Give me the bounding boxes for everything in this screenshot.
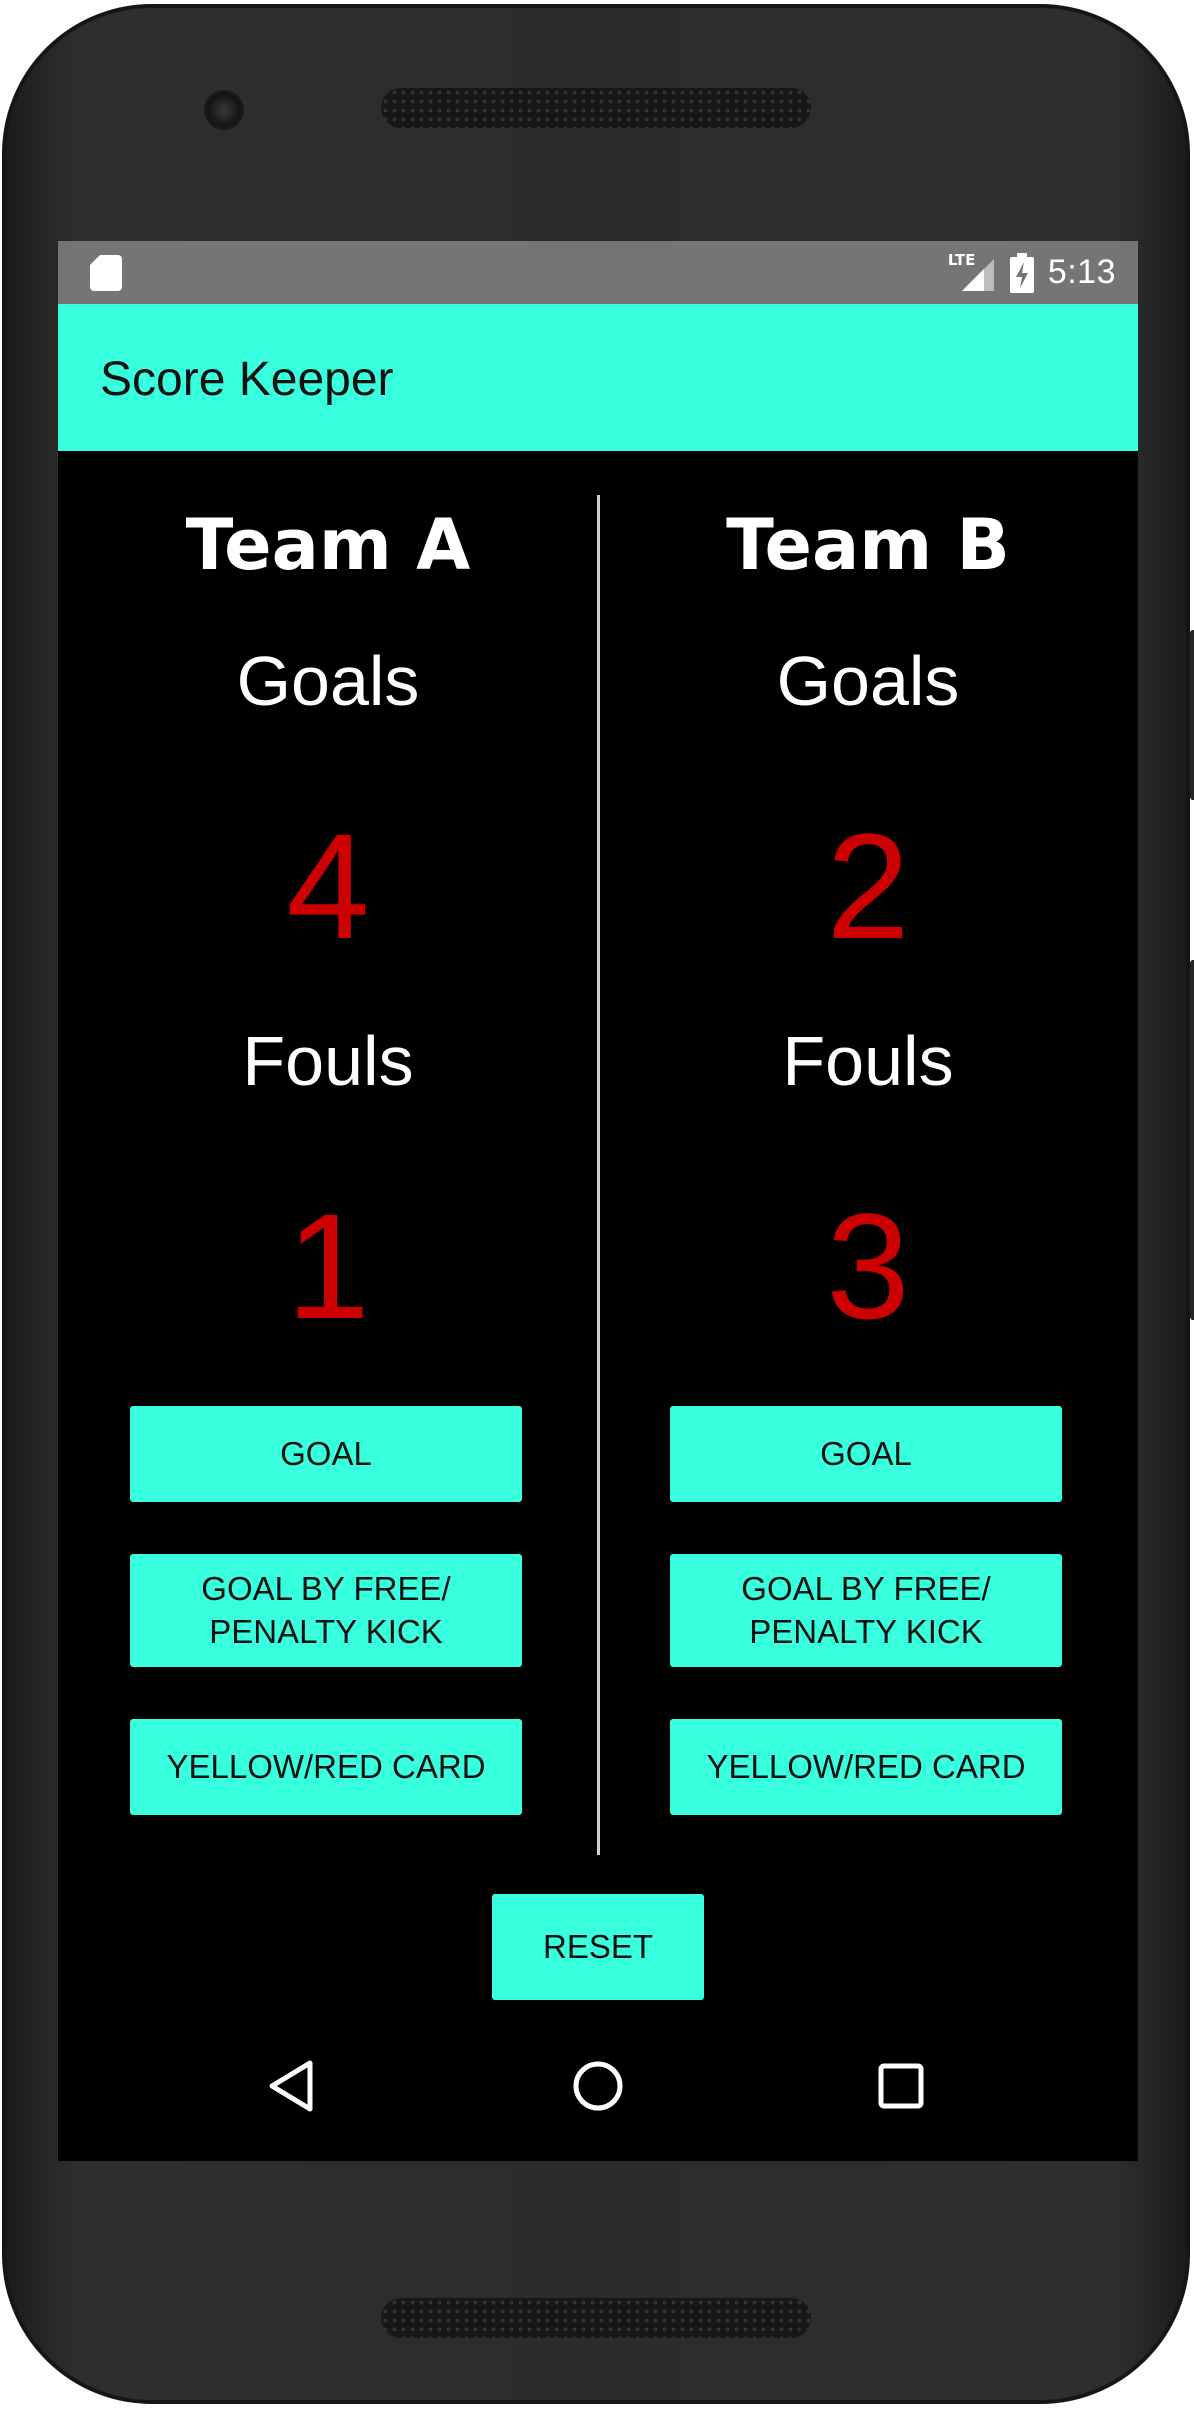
top-speaker [381,88,811,128]
screen: LTE 5:13 Score Keeper Team A Goals 4 Fou… [58,241,1138,2161]
volume-button [1190,630,1194,800]
team-a-goal-button[interactable]: GOAL [130,1406,522,1502]
score-content: Team A Goals 4 Fouls 1 GOAL GOAL BY FREE… [58,451,1138,1881]
team-a-free-kick-line2: PENALTY KICK [209,1612,443,1650]
team-a-fouls-count: 1 [286,1182,370,1350]
app-bar: Score Keeper [58,304,1138,451]
team-b-goal-button[interactable]: GOAL [670,1406,1062,1502]
team-b-goals-label: Goals [776,642,960,720]
battery-charging-icon [1009,252,1034,293]
status-time: 5:13 [1047,253,1116,291]
team-a-panel: Team A Goals 4 Fouls 1 GOAL GOAL BY FREE… [58,451,598,1881]
team-a-free-kick-button[interactable]: GOAL BY FREE/ PENALTY KICK [130,1554,522,1667]
phone-frame: LTE 5:13 Score Keeper Team A Goals 4 Fou… [2,4,1194,2404]
power-button [1190,960,1194,1320]
team-b-goals-count: 2 [826,802,910,970]
bottom-speaker [381,2298,811,2338]
team-b-name: Team B [726,504,1010,586]
front-camera [204,90,244,130]
app-title: Score Keeper [100,353,394,406]
team-a-goals-label: Goals [236,642,420,720]
team-b-free-kick-line1: GOAL BY FREE/ [741,1569,991,1607]
team-b-fouls-label: Fouls [782,1022,954,1100]
team-b-card-button[interactable]: YELLOW/RED CARD [670,1719,1062,1815]
sd-card-icon [90,255,122,291]
team-b-fouls-count: 3 [826,1182,910,1350]
team-a-goals-count: 4 [286,802,370,970]
lte-signal-icon: LTE [948,251,996,293]
reset-button[interactable]: RESET [492,1894,704,2000]
recent-apps-icon[interactable] [866,2051,936,2121]
team-a-free-kick-line1: GOAL BY FREE/ [201,1569,451,1607]
home-icon[interactable] [563,2051,633,2121]
team-a-name: Team A [185,504,471,586]
team-b-free-kick-button[interactable]: GOAL BY FREE/ PENALTY KICK [670,1554,1062,1667]
team-b-free-kick-line2: PENALTY KICK [749,1612,983,1650]
team-b-panel: Team B Goals 2 Fouls 3 GOAL GOAL BY FREE… [598,451,1138,1881]
status-bar: LTE 5:13 [58,241,1138,304]
team-a-fouls-label: Fouls [242,1022,414,1100]
back-icon[interactable] [258,2051,328,2121]
team-a-card-button[interactable]: YELLOW/RED CARD [130,1719,522,1815]
navigation-bar [58,2011,1138,2161]
